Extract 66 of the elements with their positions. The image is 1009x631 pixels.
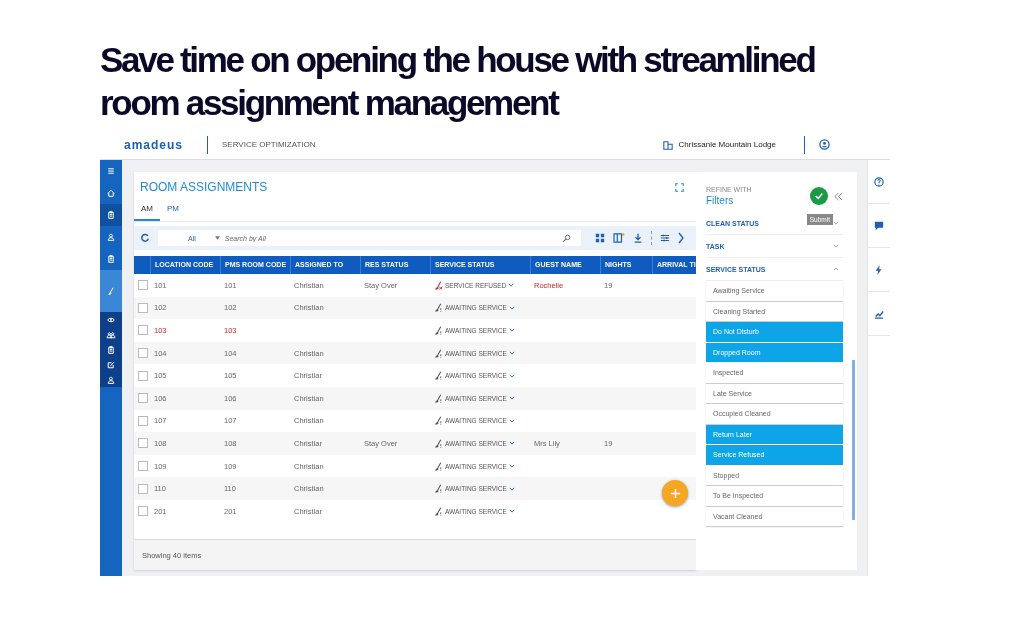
clipboard-icon [106,210,116,220]
row-checkbox[interactable] [138,415,148,426]
building-icon [662,139,673,150]
chevron-down-icon [508,509,515,514]
user-icon[interactable] [819,139,830,150]
row-checkbox[interactable] [138,370,148,381]
chat-icon[interactable] [874,220,884,231]
chevron-down-icon [508,351,515,356]
grid-icon[interactable] [595,233,605,243]
download-icon[interactable] [633,233,643,243]
chevron-down-icon [508,305,515,310]
chevron-up-icon [833,267,839,271]
row-checkbox[interactable] [138,393,148,404]
columns-icon[interactable] [613,233,625,243]
chevron-down-icon [508,283,515,288]
row-checkbox[interactable] [138,438,148,449]
collapse-icon[interactable] [834,191,843,201]
person-icon [106,232,116,242]
product-name: SERVICE OPTIMIZATION [222,140,316,149]
search-icon[interactable] [562,233,571,243]
help-icon[interactable] [874,176,884,187]
refresh-icon[interactable] [140,233,150,243]
row-checkbox[interactable] [138,506,148,517]
chevron-down-icon [508,328,515,333]
person-icon [106,374,116,385]
row-checkbox[interactable] [138,461,148,472]
brand-logo: amadeus [124,137,184,152]
property-name[interactable]: Chrissanie Mountain Lodge [678,140,776,149]
nav-item[interactable] [100,312,122,327]
chevron-down-icon [508,441,515,446]
filter-title: Filters [706,195,735,206]
scrollbar[interactable] [852,360,855,520]
chart-icon[interactable] [874,308,884,319]
chevron-down-icon [508,486,515,491]
home-icon [106,188,116,198]
shift-tab[interactable]: PM [160,204,186,221]
plus-icon [669,487,681,499]
page-title: ROOM ASSIGNMENTS [140,180,268,194]
submit-button[interactable] [810,187,828,205]
menu-icon [106,166,116,176]
row-checkbox[interactable] [138,280,148,291]
chevron-down-icon [833,221,839,225]
chevron-right-icon[interactable] [678,232,684,244]
row-checkbox[interactable] [138,325,148,336]
row-checkbox[interactable] [138,348,148,359]
row-checkbox[interactable] [138,302,148,313]
nav-item[interactable] [100,204,122,226]
sliders-icon[interactable] [660,233,670,243]
clipboard-icon [106,254,116,264]
row-checkbox[interactable] [138,483,148,494]
chevron-down-icon [508,464,515,469]
nav-item[interactable] [100,372,122,387]
slide-heading: Save time on opening the house with streamlined room assignment management [100,39,816,124]
chevron-down-icon [508,396,515,401]
chevron-down-icon [508,418,515,423]
shift-tab[interactable]: AM [134,204,160,221]
lightning-icon[interactable] [874,264,884,275]
caret-icon [214,236,220,240]
edit-icon [106,359,116,370]
expand-icon[interactable] [675,182,684,192]
check-icon [814,191,824,201]
broom-icon [106,286,116,296]
chevron-down-icon [833,244,839,248]
chevron-down-icon [508,373,515,378]
people-icon [106,329,116,340]
clipboard-icon [106,344,116,355]
